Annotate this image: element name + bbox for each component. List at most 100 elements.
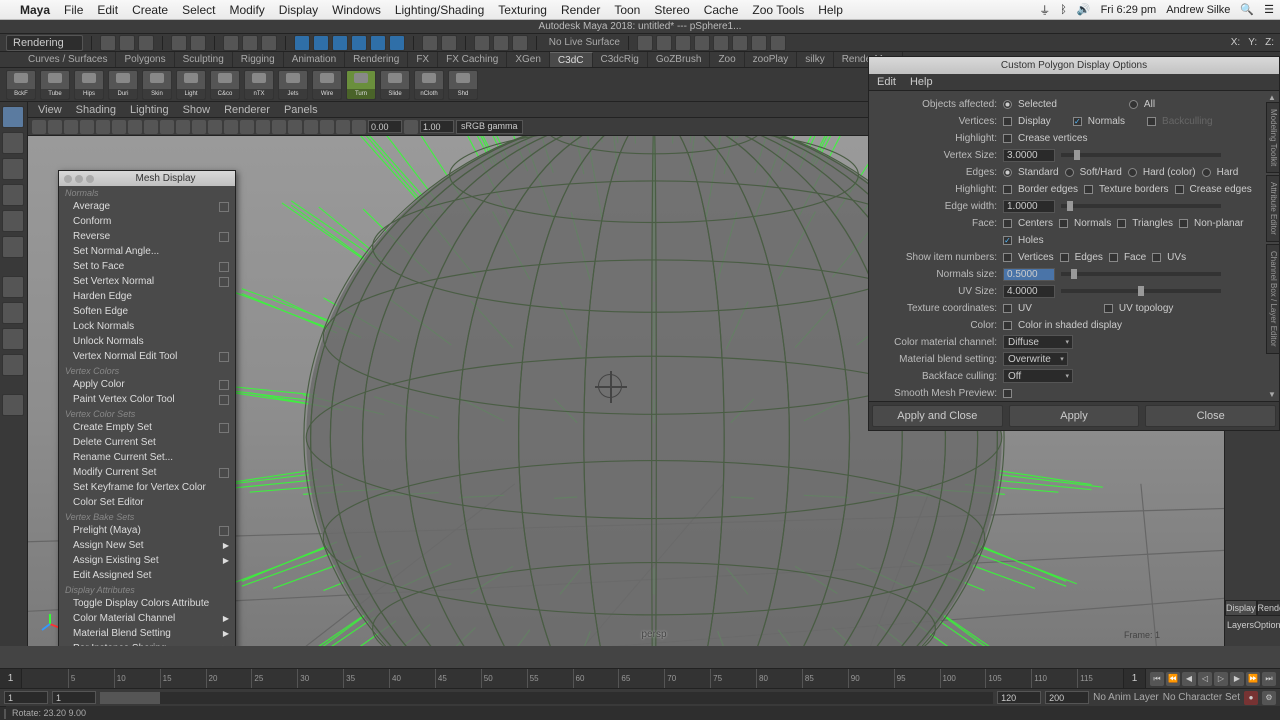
scroll-down-icon[interactable]: ▼ bbox=[1267, 390, 1277, 399]
option-box-icon[interactable] bbox=[219, 262, 229, 272]
panel-menu[interactable]: Renderer bbox=[224, 104, 270, 116]
mac-menu[interactable]: Lighting/Shading bbox=[395, 3, 484, 17]
shelf-tab[interactable]: Zoo bbox=[710, 52, 744, 67]
save-scene-icon[interactable] bbox=[138, 35, 154, 51]
check-backculling[interactable] bbox=[1147, 117, 1156, 126]
image-plane-icon[interactable] bbox=[64, 120, 78, 134]
shelf-button[interactable]: nTX bbox=[244, 70, 274, 100]
backface-culling-select[interactable]: Off bbox=[1003, 369, 1073, 383]
motion-blur-icon[interactable] bbox=[288, 120, 302, 134]
go-to-start-icon[interactable]: ⏮ bbox=[1150, 672, 1164, 686]
outliner-icon[interactable] bbox=[2, 354, 24, 376]
shelf-button[interactable]: Slide bbox=[380, 70, 410, 100]
right-tab-channel-box[interactable]: Channel Box / Layer Editor bbox=[1266, 244, 1280, 354]
close-button[interactable]: Close bbox=[1145, 405, 1276, 427]
layer-tab-render[interactable]: Render bbox=[1257, 600, 1280, 616]
mac-menu[interactable]: Render bbox=[561, 3, 600, 17]
mac-menu[interactable]: Create bbox=[132, 3, 168, 17]
mac-menu[interactable]: Help bbox=[818, 3, 843, 17]
option-box-icon[interactable] bbox=[219, 468, 229, 478]
radio-all[interactable] bbox=[1129, 100, 1138, 109]
vertex-size-slider[interactable] bbox=[1061, 153, 1221, 157]
range-playback-end-field[interactable] bbox=[997, 691, 1041, 704]
menu-item[interactable]: Edit Assigned Set bbox=[59, 568, 235, 583]
workspace-mode-select[interactable]: Rendering bbox=[6, 35, 83, 51]
wifi-icon[interactable]: ⏚ bbox=[1039, 2, 1050, 18]
right-tab-modeling-toolkit[interactable]: Modeling Toolkit bbox=[1266, 102, 1280, 173]
mac-menu[interactable]: Stereo bbox=[654, 3, 689, 17]
lasso-icon[interactable] bbox=[242, 35, 258, 51]
custom-layout-icon[interactable] bbox=[2, 394, 24, 416]
check-face-normals[interactable] bbox=[1059, 219, 1068, 228]
shelf-button[interactable]: Duri bbox=[108, 70, 138, 100]
option-box-icon[interactable] bbox=[219, 526, 229, 536]
play-forward-icon[interactable]: ▷ bbox=[1214, 672, 1228, 686]
last-tool-icon[interactable] bbox=[2, 236, 24, 258]
radio-standard[interactable] bbox=[1003, 168, 1012, 177]
shelf-button[interactable]: Skin bbox=[142, 70, 172, 100]
bookmark-icon[interactable] bbox=[48, 120, 62, 134]
select-mode-icon[interactable] bbox=[223, 35, 239, 51]
playblast-icon[interactable] bbox=[770, 35, 786, 51]
menu-item[interactable]: Reverse bbox=[59, 229, 235, 244]
render-settings-icon[interactable] bbox=[675, 35, 691, 51]
radio-hardcolor[interactable] bbox=[1128, 168, 1137, 177]
anim-layer-select[interactable]: No Anim Layer bbox=[1093, 692, 1159, 703]
cpdo-menu[interactable]: Help bbox=[910, 76, 933, 88]
volume-icon[interactable]: 🔊 bbox=[1077, 3, 1091, 16]
user[interactable]: Andrew Silke bbox=[1166, 4, 1230, 16]
textured-icon[interactable] bbox=[224, 120, 238, 134]
xray-joints-icon[interactable] bbox=[320, 120, 334, 134]
paint-select-icon[interactable] bbox=[261, 35, 277, 51]
uv-size-field[interactable] bbox=[1003, 285, 1055, 298]
camera-select-icon[interactable] bbox=[32, 120, 46, 134]
menu-item[interactable]: Harden Edge bbox=[59, 289, 235, 304]
exposure-icon[interactable] bbox=[352, 120, 366, 134]
check-holes[interactable]: ✓ bbox=[1003, 236, 1012, 245]
menu-item[interactable]: Lock Normals bbox=[59, 319, 235, 334]
check-normals[interactable]: ✓ bbox=[1073, 117, 1082, 126]
snap-curve-icon[interactable] bbox=[313, 35, 329, 51]
shelf-tab[interactable]: Animation bbox=[284, 52, 345, 67]
menu-item[interactable]: Per Instance Sharing▶ bbox=[59, 641, 235, 646]
bluetooth-icon[interactable]: ᛒ bbox=[1060, 4, 1067, 16]
range-slider-track[interactable] bbox=[100, 692, 993, 704]
gamma-value-field[interactable] bbox=[420, 120, 454, 133]
check-num-vertices[interactable] bbox=[1003, 253, 1012, 262]
menu-item[interactable]: Assign New Set▶ bbox=[59, 538, 235, 553]
snap-grid-icon[interactable] bbox=[294, 35, 310, 51]
panel-menu[interactable]: View bbox=[38, 104, 62, 116]
menu-item[interactable]: Assign Existing Set▶ bbox=[59, 553, 235, 568]
grid-toggle-icon[interactable] bbox=[80, 120, 94, 134]
scale-tool-icon[interactable] bbox=[2, 210, 24, 232]
lasso-tool-icon[interactable] bbox=[2, 132, 24, 154]
panel-menu[interactable]: Lighting bbox=[130, 104, 169, 116]
shelf-button[interactable]: C&co bbox=[210, 70, 240, 100]
exposure-value-field[interactable] bbox=[368, 120, 402, 133]
check-color-shaded[interactable] bbox=[1003, 321, 1012, 330]
undo-icon[interactable] bbox=[171, 35, 187, 51]
material-blend-select[interactable]: Overwrite bbox=[1003, 352, 1068, 366]
snap-view-icon[interactable] bbox=[389, 35, 405, 51]
sym-icon[interactable] bbox=[441, 35, 457, 51]
step-forward-key-icon[interactable]: ⏩ bbox=[1246, 672, 1260, 686]
shelf-tab[interactable]: C3dcRig bbox=[593, 52, 648, 67]
shelf-tab[interactable]: FX bbox=[408, 52, 438, 67]
check-crease-edges[interactable] bbox=[1175, 185, 1184, 194]
apply-button[interactable]: Apply bbox=[1009, 405, 1140, 427]
color-management-select[interactable]: sRGB gamma bbox=[456, 120, 523, 134]
menu-item[interactable]: Set Keyframe for Vertex Color bbox=[59, 480, 235, 495]
character-set-select[interactable]: No Character Set bbox=[1163, 692, 1240, 703]
move-tool-icon[interactable] bbox=[2, 158, 24, 180]
vertex-size-field[interactable] bbox=[1003, 149, 1055, 162]
radio-softhard[interactable] bbox=[1065, 168, 1074, 177]
menu-item[interactable]: Vertex Normal Edit Tool bbox=[59, 349, 235, 364]
shaded-icon[interactable] bbox=[208, 120, 222, 134]
menu-item[interactable]: Color Set Editor bbox=[59, 495, 235, 510]
check-nonplanar[interactable] bbox=[1179, 219, 1188, 228]
menu-item[interactable]: Color Material Channel▶ bbox=[59, 611, 235, 626]
snap-plane-icon[interactable] bbox=[351, 35, 367, 51]
shadows-icon[interactable] bbox=[256, 120, 270, 134]
mac-menu[interactable]: Zoo Tools bbox=[752, 3, 804, 17]
menu-item[interactable]: Apply Color bbox=[59, 377, 235, 392]
